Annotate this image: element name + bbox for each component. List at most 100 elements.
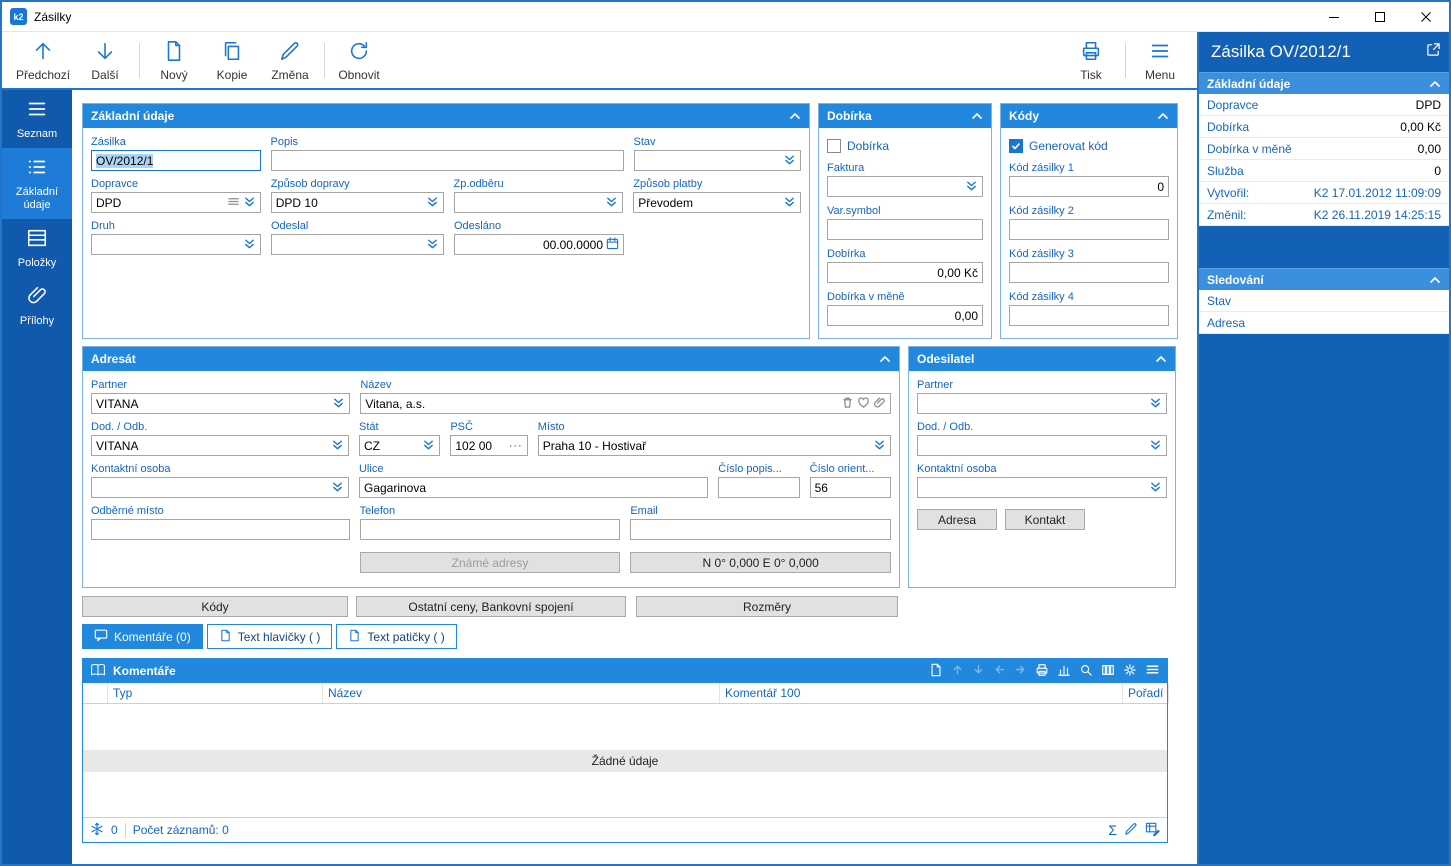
list-picker-icon[interactable]	[227, 195, 240, 211]
dobirka-checkbox[interactable]	[827, 139, 841, 153]
rp-tracking-section-header[interactable]: Sledování	[1199, 268, 1449, 290]
cislo-popisne-input[interactable]	[718, 477, 800, 498]
dopravce-input[interactable]: DPD	[91, 192, 261, 213]
zpusob-dopravy-input[interactable]: DPD 10	[270, 192, 444, 213]
copy-button[interactable]: Kopie	[203, 35, 261, 86]
expand-panel-icon[interactable]	[1426, 42, 1441, 57]
menu-button[interactable]: Menu	[1131, 35, 1189, 86]
minimize-button[interactable]	[1311, 2, 1357, 31]
lookup-icon[interactable]	[243, 237, 256, 253]
generovat-kod-checkbox[interactable]	[1009, 139, 1023, 153]
lookup-icon[interactable]	[331, 438, 344, 454]
popis-input[interactable]	[270, 150, 624, 171]
gps-button[interactable]: N 0° 0,000 E 0° 0,000	[630, 552, 892, 573]
kontaktni-osoba-input[interactable]	[91, 477, 349, 498]
dod-odb-input[interactable]: VITANA	[91, 435, 349, 456]
tab-text-hlavicky[interactable]: Text hlavičky ( )	[206, 624, 333, 649]
faktura-input[interactable]	[827, 176, 983, 197]
zname-adresy-button[interactable]: Známé adresy	[359, 552, 621, 573]
cislo-orientacni-input[interactable]: 56	[809, 477, 891, 498]
misto-input[interactable]: Praha 10 - Hostivař	[537, 435, 891, 456]
kontakt-button[interactable]: Kontakt	[1005, 509, 1085, 530]
print-grid-icon[interactable]	[1035, 663, 1049, 680]
dobirka-v-mene-input[interactable]: 0,00	[827, 305, 983, 326]
move-right-icon[interactable]	[1014, 663, 1027, 679]
rp-basic-section-header[interactable]: Základní údaje	[1199, 72, 1449, 94]
var-symbol-input[interactable]	[827, 219, 983, 240]
sidebar-item-zakladni-udaje[interactable]: Základní údaje	[2, 148, 72, 220]
collapse-chevron-icon[interactable]	[879, 353, 891, 365]
previous-button[interactable]: Předchozí	[10, 35, 76, 86]
lookup-icon[interactable]	[331, 480, 344, 496]
kody-section-button[interactable]: Kódy	[82, 596, 348, 617]
move-down-icon[interactable]	[972, 663, 985, 679]
grid-edit-icon[interactable]	[1145, 821, 1160, 839]
psc-input[interactable]: 102 00 ···	[450, 435, 528, 456]
column-header-komentar[interactable]: Komentář 100	[720, 683, 1123, 703]
calendar-icon[interactable]	[606, 236, 619, 253]
collapse-chevron-icon[interactable]	[789, 110, 801, 122]
kod2-input[interactable]	[1009, 219, 1169, 240]
kod4-input[interactable]	[1009, 305, 1169, 326]
stat-input[interactable]: CZ	[358, 435, 441, 456]
rozmery-section-button[interactable]: Rozměry	[636, 596, 898, 617]
print-button[interactable]: Tisk	[1062, 35, 1120, 86]
kod3-input[interactable]	[1009, 262, 1169, 283]
sum-icon[interactable]: Σ	[1108, 822, 1117, 838]
column-header-typ[interactable]: Typ	[108, 683, 323, 703]
delete-icon[interactable]	[841, 396, 854, 412]
odesilatel-partner-input[interactable]	[917, 393, 1167, 414]
ostatni-ceny-section-button[interactable]: Ostatní ceny, Bankovní spojení	[356, 596, 626, 617]
dobirka-amount-input[interactable]: 0,00 Kč	[827, 262, 983, 283]
attachment-icon[interactable]	[873, 396, 886, 412]
collapse-chevron-icon[interactable]	[1157, 110, 1169, 122]
psc-browse-button[interactable]: ···	[509, 440, 523, 451]
move-left-icon[interactable]	[993, 663, 1006, 679]
favorite-icon[interactable]	[857, 396, 870, 412]
lookup-icon[interactable]	[243, 195, 256, 211]
new-record-icon[interactable]	[929, 663, 943, 680]
partner-input[interactable]: VITANA	[91, 393, 351, 414]
lookup-icon[interactable]	[873, 438, 886, 454]
sidebar-item-prilohy[interactable]: Přílohy	[2, 277, 72, 335]
collapse-chevron-icon[interactable]	[1155, 353, 1167, 365]
lookup-icon[interactable]	[965, 179, 978, 195]
refresh-button[interactable]: Obnovit	[330, 35, 388, 86]
nazev-input[interactable]: Vitana, a.s.	[360, 393, 891, 414]
zasilka-input[interactable]: OV/2012/1	[91, 150, 261, 171]
maximize-button[interactable]	[1357, 2, 1403, 31]
lookup-icon[interactable]	[605, 195, 618, 211]
change-button[interactable]: Změna	[261, 35, 319, 86]
move-up-icon[interactable]	[951, 663, 964, 679]
next-button[interactable]: Další	[76, 35, 134, 86]
lookup-icon[interactable]	[1149, 396, 1162, 412]
odesilatel-dod-odb-input[interactable]	[917, 435, 1167, 456]
new-button[interactable]: Nový	[145, 35, 203, 86]
zpusob-platby-input[interactable]: Převodem	[633, 192, 801, 213]
grid-menu-icon[interactable]	[1145, 662, 1160, 680]
telefon-input[interactable]	[359, 519, 621, 540]
email-input[interactable]	[630, 519, 891, 540]
lookup-icon[interactable]	[1149, 438, 1162, 454]
lookup-icon[interactable]	[422, 438, 435, 454]
lookup-icon[interactable]	[332, 396, 345, 412]
sidebar-item-seznam[interactable]: Seznam	[2, 90, 72, 148]
chart-icon[interactable]	[1057, 663, 1071, 680]
stav-input[interactable]	[633, 150, 802, 171]
column-header-nazev[interactable]: Název	[323, 683, 720, 703]
tab-text-paticky[interactable]: Text patičky ( )	[336, 624, 457, 649]
odeslal-input[interactable]	[271, 234, 444, 255]
odeslano-input[interactable]: 00.00.0000	[454, 234, 624, 255]
lookup-icon[interactable]	[426, 237, 439, 253]
close-button[interactable]	[1403, 2, 1449, 31]
zp-odberu-input[interactable]	[453, 192, 624, 213]
column-header-poradi[interactable]: Pořadí	[1123, 683, 1170, 703]
odesilatel-kontaktni-input[interactable]	[917, 477, 1167, 498]
tab-komentare[interactable]: Komentáře (0)	[82, 624, 203, 649]
druh-input[interactable]	[91, 234, 261, 255]
edit-pencil-icon[interactable]	[1124, 822, 1138, 839]
ulice-input[interactable]: Gagarinova	[358, 477, 709, 498]
lookup-icon[interactable]	[426, 195, 439, 211]
settings-gear-icon[interactable]	[1123, 663, 1137, 680]
odberne-misto-input[interactable]	[91, 519, 350, 540]
